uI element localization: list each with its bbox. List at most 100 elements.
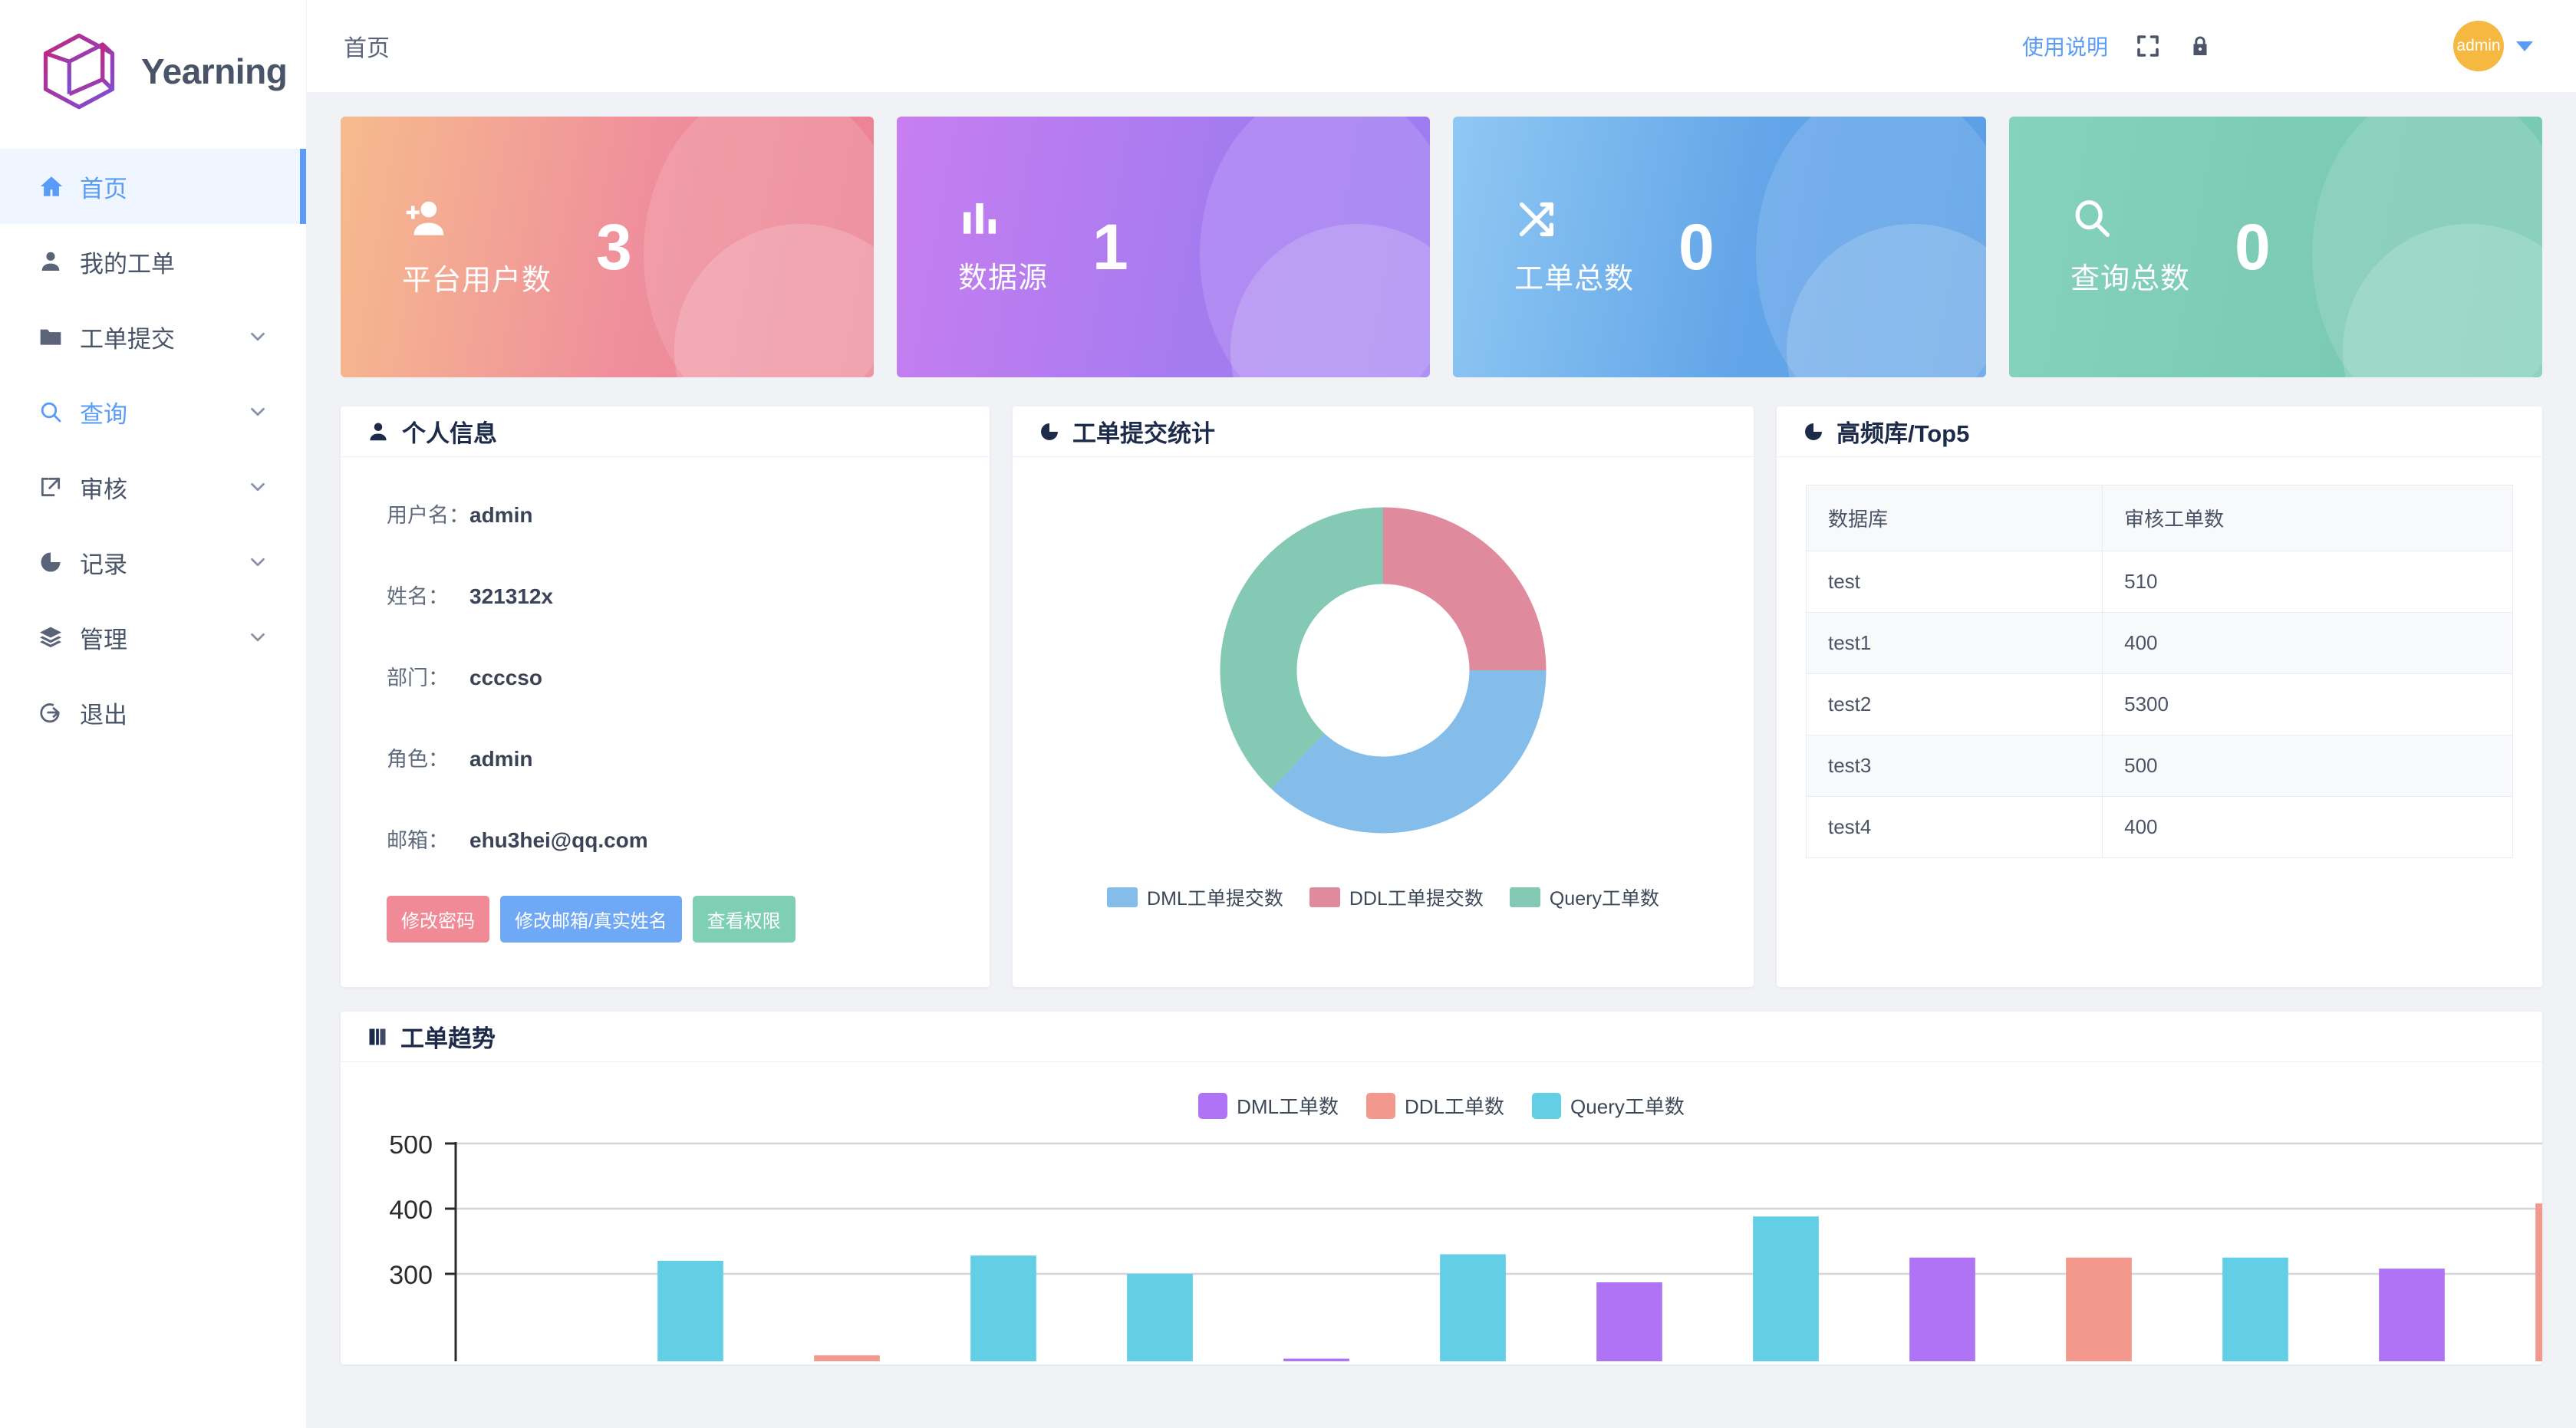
- chevron-down-icon: [246, 325, 269, 348]
- stat-value: 0: [1678, 215, 1715, 279]
- change-email-name-button[interactable]: 修改邮箱/真实姓名: [500, 896, 682, 943]
- sidebar-item-records[interactable]: 记录: [0, 525, 306, 600]
- column-header-db: 数据库: [1807, 485, 2103, 551]
- stat-card-platform-users[interactable]: 平台用户数 3: [341, 117, 874, 377]
- bar[interactable]: [1127, 1274, 1193, 1361]
- bar[interactable]: [814, 1355, 880, 1361]
- lock-icon[interactable]: [2188, 34, 2212, 58]
- trend-body: DML工单数 DDL工单数 Query工单数 500 400 300: [341, 1062, 2542, 1361]
- y-axis-tick-label: 500: [389, 1136, 433, 1160]
- help-link[interactable]: 使用说明: [2022, 31, 2108, 61]
- stat-card-datasources[interactable]: 数据源 1: [897, 117, 1430, 377]
- table-header-row: 数据库 审核工单数: [1807, 485, 2513, 551]
- sidebar-item-label: 查询: [80, 395, 246, 429]
- legend-item-ddl: DDL工单提交数: [1309, 883, 1484, 911]
- fullscreen-icon[interactable]: [2134, 32, 2162, 60]
- stat-label: 工单总数: [1514, 255, 1634, 297]
- bar-chart: 500 400 300: [341, 1136, 2542, 1361]
- breadcrumb: 首页: [344, 29, 390, 63]
- change-password-button[interactable]: 修改密码: [387, 896, 489, 943]
- stat-value: 1: [1092, 215, 1128, 279]
- stat-card-total-tickets[interactable]: 工单总数 0: [1453, 117, 1986, 377]
- cell-db: test1: [1807, 613, 2103, 674]
- sidebar-item-label: 审核: [80, 470, 246, 505]
- y-axis-tick-label: 400: [389, 1196, 433, 1225]
- donut-chart: [1191, 479, 1575, 862]
- donut-slice[interactable]: [1220, 508, 1384, 789]
- cell-count: 510: [2103, 551, 2513, 613]
- column-header-count: 审核工单数: [2103, 485, 2513, 551]
- stat-label: 平台用户数: [402, 256, 552, 298]
- book-icon: [367, 1026, 388, 1048]
- field-label: 邮箱：: [387, 824, 469, 854]
- sidebar-item-label: 工单提交: [80, 320, 246, 354]
- bar[interactable]: [1283, 1359, 1349, 1362]
- profile-row-email: 邮箱： ehu3hei@qq.com: [387, 824, 944, 854]
- stat-card-total-queries[interactable]: 查询总数 0: [2009, 117, 2542, 377]
- panel-header: 高频库/Top5: [1777, 406, 2542, 457]
- bar[interactable]: [2535, 1203, 2542, 1361]
- sidebar-item-label: 记录: [80, 545, 246, 580]
- field-value: ccccso: [469, 666, 542, 690]
- profile-actions: 修改密码 修改邮箱/真实姓名 查看权限: [387, 896, 944, 943]
- sidebar-item-audit[interactable]: 审核: [0, 449, 306, 525]
- legend-label: Query工单数: [1570, 1091, 1685, 1120]
- brand-name: Yearning: [141, 51, 287, 92]
- dashboard-content: 平台用户数 3 数据源 1: [307, 92, 2576, 1428]
- sidebar-item-query[interactable]: 查询: [0, 374, 306, 449]
- user-menu[interactable]: admin: [2453, 21, 2533, 71]
- bar[interactable]: [1440, 1255, 1506, 1362]
- bar[interactable]: [970, 1255, 1036, 1361]
- stat-label: 数据源: [958, 254, 1048, 296]
- chevron-down-icon: [246, 551, 269, 574]
- legend-swatch: [1532, 1093, 1561, 1119]
- donut-slice[interactable]: [1272, 670, 1547, 834]
- sidebar-item-my-tickets[interactable]: 我的工单: [0, 224, 306, 299]
- legend-item-ddl[interactable]: DDL工单数: [1366, 1091, 1504, 1120]
- view-permissions-button[interactable]: 查看权限: [693, 896, 796, 943]
- field-label: 角色：: [387, 742, 469, 772]
- bar-chart-icon: [958, 198, 1048, 245]
- avatar: admin: [2453, 21, 2504, 71]
- sidebar-item-ticket-submit[interactable]: 工单提交: [0, 299, 306, 374]
- pie-legend: DML工单提交数 DDL工单提交数 Query工单数: [1107, 883, 1659, 911]
- sidebar-item-label: 首页: [80, 169, 269, 204]
- cell-db: test3: [1807, 735, 2103, 797]
- sidebar: Yearning 首页 我的工单 工单提交: [0, 0, 307, 1428]
- bar[interactable]: [2222, 1258, 2288, 1361]
- sidebar-item-logout[interactable]: 退出: [0, 675, 306, 750]
- pie-chart-icon: [38, 550, 80, 574]
- field-label: 用户名：: [387, 498, 469, 528]
- brand-logo[interactable]: Yearning: [0, 0, 306, 143]
- bar[interactable]: [657, 1261, 723, 1361]
- sidebar-item-manage[interactable]: 管理: [0, 600, 306, 675]
- y-axis-tick-label: 300: [389, 1261, 433, 1290]
- table-row: test2 5300: [1807, 674, 2513, 735]
- panel-title: 个人信息: [402, 414, 497, 449]
- legend-item-query[interactable]: Query工单数: [1532, 1091, 1685, 1120]
- bar[interactable]: [2066, 1258, 2132, 1361]
- top5-panel: 高频库/Top5 数据库 审核工单数 test 510: [1777, 406, 2542, 987]
- person-icon: [367, 420, 390, 443]
- user-icon: [38, 249, 80, 274]
- legend-label: DDL工单数: [1405, 1091, 1504, 1120]
- legend-swatch: [1107, 887, 1138, 907]
- donut-slice[interactable]: [1383, 508, 1547, 671]
- top5-table: 数据库 审核工单数 test 510 test1 400: [1806, 485, 2513, 858]
- sidebar-item-label: 我的工单: [80, 245, 269, 279]
- bar[interactable]: [1909, 1258, 1975, 1361]
- chevron-down-icon: [2516, 41, 2533, 51]
- field-value: admin: [469, 503, 532, 528]
- legend-item-dml[interactable]: DML工单数: [1198, 1091, 1339, 1120]
- sidebar-item-home[interactable]: 首页: [0, 149, 306, 224]
- ticket-stats-panel: 工单提交统计 DML工单提交数 DDL工单提交数: [1013, 406, 1754, 987]
- legend-swatch: [1366, 1093, 1395, 1119]
- field-label: 部门：: [387, 661, 469, 691]
- bar[interactable]: [1753, 1216, 1819, 1361]
- legend-item-dml: DML工单提交数: [1107, 883, 1283, 911]
- bar[interactable]: [2379, 1268, 2445, 1361]
- legend-label: DML工单提交数: [1147, 883, 1283, 911]
- table-row: test3 500: [1807, 735, 2513, 797]
- cell-db: test4: [1807, 797, 2103, 858]
- bar[interactable]: [1596, 1282, 1662, 1361]
